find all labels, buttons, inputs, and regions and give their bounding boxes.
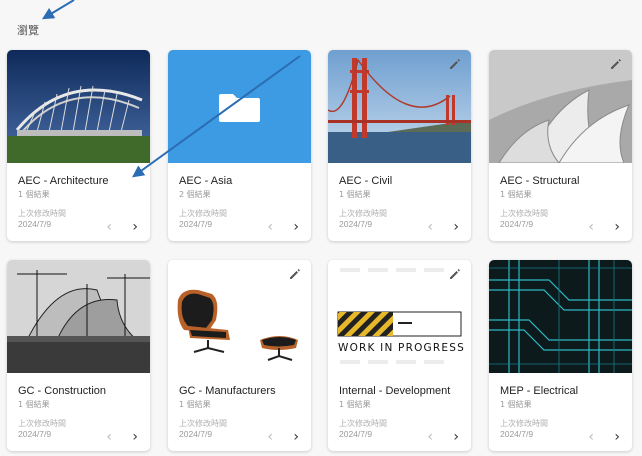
card-title: AEC - Civil: [339, 175, 393, 187]
result-count: 1 個結果: [500, 190, 532, 199]
modified-label: 上次修改時間: [179, 419, 227, 428]
modified-date: 2024/7/9: [18, 429, 52, 439]
card-gc-manufacturers[interactable]: GC - Manufacturers 1 個結果 上次修改時間 2024/7/9…: [168, 260, 311, 451]
card-aec-structural[interactable]: AEC - Structural 1 個結果 上次修改時間 2024/7/9 ‹…: [489, 50, 632, 241]
result-count: 1 個結果: [500, 400, 532, 409]
card-title: AEC - Architecture: [18, 175, 109, 187]
edit-pencil-icon[interactable]: [447, 56, 463, 72]
modified-label: 上次修改時間: [18, 419, 66, 428]
wip-sign-text: WORK IN PROGRESS: [338, 342, 465, 354]
folder-icon: [219, 94, 260, 122]
prev-icon[interactable]: ‹: [106, 430, 112, 444]
modified-label: 上次修改時間: [500, 419, 548, 428]
card-title: GC - Construction: [18, 385, 107, 397]
card-title: MEP - Electrical: [500, 385, 579, 397]
card-title: AEC - Structural: [500, 175, 580, 187]
card-title: AEC - Asia: [179, 175, 233, 187]
next-icon[interactable]: ›: [293, 430, 299, 444]
next-icon[interactable]: ›: [453, 220, 459, 234]
result-count: 1 個結果: [339, 190, 371, 199]
modified-label: 上次修改時間: [339, 209, 387, 218]
result-count: 2 個結果: [179, 190, 211, 199]
card-aec-architecture[interactable]: AEC - Architecture 1 個結果 上次修改時間 2024/7/9…: [7, 50, 150, 241]
modified-label: 上次修改時間: [179, 209, 227, 218]
edit-pencil-icon[interactable]: [447, 266, 463, 282]
architecture-thumbnail: [7, 50, 150, 163]
card-title: GC - Manufacturers: [179, 385, 276, 397]
modified-label: 上次修改時間: [500, 209, 548, 218]
modified-date: 2024/7/9: [339, 429, 373, 439]
modified-date: 2024/7/9: [179, 429, 213, 439]
modified-date: 2024/7/9: [18, 219, 52, 229]
next-icon[interactable]: ›: [132, 220, 138, 234]
next-icon[interactable]: ›: [614, 220, 620, 234]
card-internal-development[interactable]: WORK IN PROGRESS Internal - Development …: [328, 260, 471, 451]
modified-label: 上次修改時間: [18, 209, 66, 218]
prev-icon[interactable]: ‹: [106, 220, 112, 234]
next-icon[interactable]: ›: [293, 220, 299, 234]
prev-icon[interactable]: ‹: [427, 430, 433, 444]
next-icon[interactable]: ›: [614, 430, 620, 444]
result-count: 1 個結果: [18, 400, 50, 409]
prev-icon[interactable]: ‹: [588, 430, 594, 444]
card-title: Internal - Development: [339, 385, 451, 397]
result-count: 1 個結果: [179, 400, 211, 409]
card-aec-civil[interactable]: AEC - Civil 1 個結果 上次修改時間 2024/7/9 ‹ ›: [328, 50, 471, 241]
modified-label: 上次修改時間: [339, 419, 387, 428]
modified-date: 2024/7/9: [500, 219, 534, 229]
edit-pencil-icon[interactable]: [608, 56, 624, 72]
modified-date: 2024/7/9: [500, 429, 534, 439]
next-icon[interactable]: ›: [132, 430, 138, 444]
card-grid: AEC - Architecture 1 個結果 上次修改時間 2024/7/9…: [0, 0, 642, 456]
prev-icon[interactable]: ‹: [588, 220, 594, 234]
prev-icon[interactable]: ‹: [267, 220, 273, 234]
modified-date: 2024/7/9: [339, 219, 373, 229]
cable-tray-thumbnail: [489, 260, 632, 373]
prev-icon[interactable]: ‹: [267, 430, 273, 444]
card-gc-construction[interactable]: GC - Construction 1 個結果 上次修改時間 2024/7/9 …: [7, 260, 150, 451]
edit-pencil-icon[interactable]: [287, 266, 303, 282]
next-icon[interactable]: ›: [453, 430, 459, 444]
modified-date: 2024/7/9: [179, 219, 213, 229]
result-count: 1 個結果: [339, 400, 371, 409]
card-mep-electrical[interactable]: MEP - Electrical 1 個結果 上次修改時間 2024/7/9 ‹…: [489, 260, 632, 451]
result-count: 1 個結果: [18, 190, 50, 199]
prev-icon[interactable]: ‹: [427, 220, 433, 234]
folder-thumbnail: [168, 50, 311, 163]
construction-thumbnail: [7, 260, 150, 373]
card-aec-asia[interactable]: AEC - Asia 2 個結果 上次修改時間 2024/7/9 ‹ ›: [168, 50, 311, 241]
